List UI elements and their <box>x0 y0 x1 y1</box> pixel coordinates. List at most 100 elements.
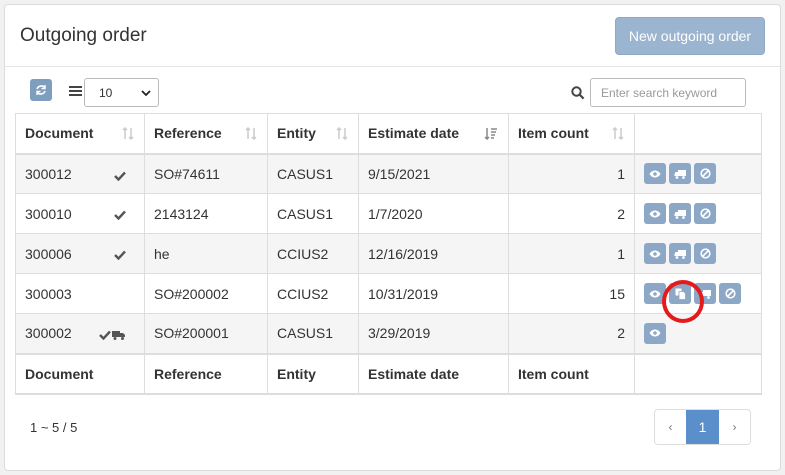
column-header-document[interactable]: Document <box>15 113 145 155</box>
next-page-button[interactable]: › <box>719 410 750 444</box>
column-header-actions <box>634 113 762 155</box>
cell-actions <box>634 313 762 354</box>
eye-icon <box>649 250 661 258</box>
cell-actions <box>634 233 762 274</box>
ban-icon <box>699 168 711 179</box>
cell-entity: CASUS1 <box>267 313 359 354</box>
refresh-button[interactable] <box>30 79 52 101</box>
ban-icon <box>699 208 711 219</box>
truck-icon <box>674 249 687 259</box>
cell-reference: 2143124 <box>144 193 268 234</box>
check-icon <box>114 168 126 184</box>
page-title: Outgoing order <box>20 25 147 46</box>
cell-item-count: 15 <box>508 273 635 314</box>
cell-entity: CCIUS2 <box>267 233 359 274</box>
truck-icon <box>699 289 712 299</box>
row-actions <box>644 203 752 224</box>
page-size-select[interactable]: 10 <box>84 78 159 107</box>
pagination: ‹ 1 › <box>654 409 751 445</box>
panel-header: Outgoing order New outgoing order <box>5 5 780 67</box>
search-icon <box>571 86 585 100</box>
cell-actions <box>634 193 762 234</box>
cell-document: 300006 <box>15 233 145 274</box>
list-icon <box>69 86 82 96</box>
cell-actions <box>634 153 762 194</box>
view-button[interactable] <box>644 283 666 304</box>
row-actions <box>644 243 752 264</box>
copy-button[interactable] <box>669 283 691 304</box>
view-button[interactable] <box>644 322 666 344</box>
table-row: 300010 2143124 CASUS1 1/7/2020 2 <box>15 193 762 234</box>
ship-button[interactable] <box>669 163 691 185</box>
footer-estimate-date: Estimate date <box>358 352 509 395</box>
page-1-button[interactable]: 1 <box>686 410 719 444</box>
cancel-button[interactable] <box>694 203 716 224</box>
ship-button[interactable] <box>669 203 691 224</box>
view-button[interactable] <box>644 243 666 264</box>
eye-icon <box>649 170 661 178</box>
truck-icon <box>674 209 687 219</box>
cell-reference: SO#74611 <box>144 153 268 194</box>
footer-document: Document <box>15 352 145 395</box>
cell-entity: CASUS1 <box>267 193 359 234</box>
cell-document: 300012 <box>15 153 145 194</box>
truck-icon <box>674 169 687 179</box>
page-size-value: 10 <box>99 85 113 100</box>
cell-item-count: 2 <box>508 193 635 234</box>
row-actions <box>644 283 752 304</box>
status-icons <box>99 327 126 343</box>
sort-icon <box>122 127 134 140</box>
cell-estimate-date: 3/29/2019 <box>358 313 509 354</box>
status-icons <box>114 207 126 223</box>
ship-button[interactable] <box>669 243 691 264</box>
ship-button[interactable] <box>694 283 716 304</box>
cell-reference: SO#200002 <box>144 273 268 314</box>
ban-icon <box>699 248 711 259</box>
copy-icon <box>675 288 686 300</box>
status-icons <box>114 247 126 263</box>
row-actions <box>644 163 752 185</box>
eye-icon <box>649 290 661 298</box>
cell-document: 300010 <box>15 193 145 234</box>
cell-estimate-date: 1/7/2020 <box>358 193 509 234</box>
table-row: 300012 SO#74611 CASUS1 9/15/2021 1 <box>15 153 762 194</box>
check-icon <box>114 247 126 263</box>
sort-icon <box>336 127 348 140</box>
cancel-button[interactable] <box>694 243 716 264</box>
cell-estimate-date: 9/15/2021 <box>358 153 509 194</box>
cell-entity: CASUS1 <box>267 153 359 194</box>
status-icons <box>114 168 126 184</box>
cell-item-count: 1 <box>508 233 635 274</box>
cell-estimate-date: 10/31/2019 <box>358 273 509 314</box>
cell-entity: CCIUS2 <box>267 273 359 314</box>
footer-reference: Reference <box>144 352 268 395</box>
footer-actions <box>634 352 762 395</box>
sort-icon <box>245 127 257 140</box>
table-row: 300003 SO#200002 CCIUS2 10/31/2019 15 <box>15 273 762 314</box>
view-button[interactable] <box>644 203 666 224</box>
cell-actions <box>634 273 762 314</box>
chevron-down-icon <box>141 90 151 97</box>
refresh-icon <box>36 85 46 95</box>
footer-item-count: Item count <box>508 352 635 395</box>
check-icon <box>99 327 111 343</box>
view-button[interactable] <box>644 163 666 185</box>
cancel-button[interactable] <box>719 283 741 304</box>
cell-reference: he <box>144 233 268 274</box>
cell-document: 300003 <box>15 273 145 314</box>
cancel-button[interactable] <box>694 163 716 185</box>
cell-item-count: 1 <box>508 153 635 194</box>
row-actions <box>644 322 752 344</box>
footer-entity: Entity <box>267 352 359 395</box>
eye-icon <box>649 329 661 337</box>
table-row: 300002 SO#200001 CASUS1 3/29/2019 2 <box>15 313 762 354</box>
prev-page-button[interactable]: ‹ <box>655 410 686 444</box>
column-header-estimate-date[interactable]: Estimate date <box>358 113 509 155</box>
new-outgoing-order-button[interactable]: New outgoing order <box>615 17 765 55</box>
pagination-info: 1 ~ 5 / 5 <box>30 420 78 435</box>
search-input[interactable]: Enter search keyword <box>590 78 746 107</box>
column-header-reference[interactable]: Reference <box>144 113 268 155</box>
column-header-item-count[interactable]: Item count <box>508 113 635 155</box>
column-header-entity[interactable]: Entity <box>267 113 359 155</box>
truck-icon <box>112 327 126 343</box>
